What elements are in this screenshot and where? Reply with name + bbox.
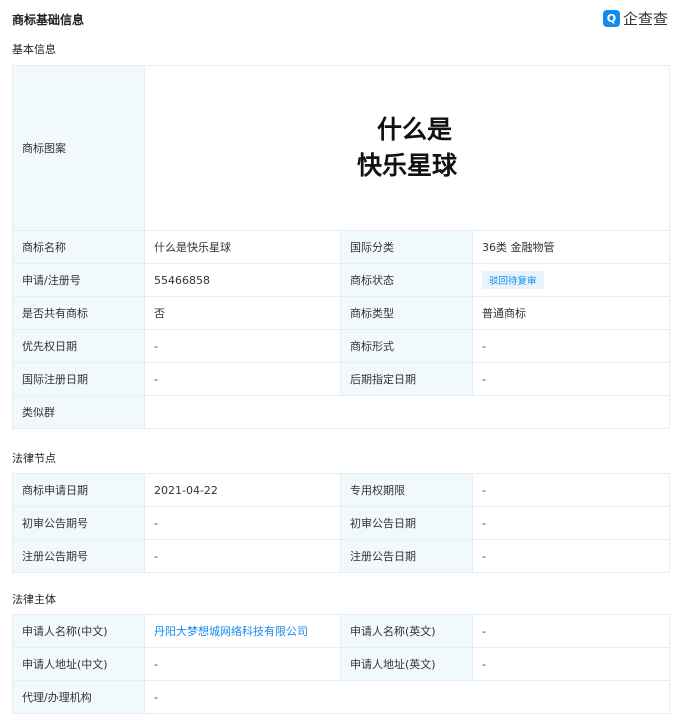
- field-label: 商标状态: [340, 263, 473, 297]
- field-label: 申请人名称(英文): [340, 614, 473, 648]
- field-label: 申请人名称(中文): [12, 614, 145, 648]
- legal-nodes-table: 商标申请日期 2021-04-22 专用权期限 - 初审公告期号 - 初审公告日…: [12, 473, 670, 573]
- brand-name: 企查查: [622, 10, 668, 28]
- table-row: 优先权日期 - 商标形式 -: [12, 329, 670, 363]
- international-class-value: 36类 金融物管: [472, 230, 670, 264]
- status-badge: 驳回待复审: [482, 271, 544, 289]
- trademark-type-value: 普通商标: [472, 296, 670, 330]
- exclusive-right-period-value: -: [472, 473, 670, 507]
- table-row: 商标名称 什么是快乐星球 国际分类 36类 金融物管: [12, 230, 670, 264]
- field-label: 代理/办理机构: [12, 680, 145, 714]
- field-label: 类似群: [12, 395, 145, 429]
- table-row: 商标图案 什么是 快乐星球: [12, 65, 670, 231]
- table-row: 初审公告期号 - 初审公告日期 -: [12, 506, 670, 540]
- preliminary-notice-date-value: -: [472, 506, 670, 540]
- applicant-address-cn-value: -: [144, 647, 341, 681]
- table-row: 国际注册日期 - 后期指定日期 -: [12, 362, 670, 396]
- qcc-logo-icon: Q: [602, 10, 620, 27]
- registration-notice-date-value: -: [472, 539, 670, 573]
- trademark-image-text-line2: 快乐星球: [356, 151, 457, 180]
- legal-subject-table: 申请人名称(中文) 丹阳大梦想城网络科技有限公司 申请人名称(英文) - 申请人…: [12, 614, 670, 714]
- section-title-legal-subject: 法律主体: [12, 593, 56, 606]
- section-title-basic: 基本信息: [12, 43, 56, 56]
- field-label: 初审公告期号: [12, 506, 145, 540]
- brand-logo[interactable]: Q 企查查: [602, 8, 668, 29]
- table-row: 代理/办理机构 -: [12, 680, 670, 714]
- trademark-form-value: -: [472, 329, 670, 363]
- trademark-image[interactable]: 什么是 快乐星球: [144, 65, 670, 231]
- applicant-name-link[interactable]: 丹阳大梦想城网络科技有限公司: [154, 625, 308, 638]
- shared-trademark-value: 否: [144, 296, 341, 330]
- field-label: 商标类型: [340, 296, 473, 330]
- table-row: 注册公告期号 - 注册公告日期 -: [12, 539, 670, 573]
- table-row: 商标申请日期 2021-04-22 专用权期限 -: [12, 473, 670, 507]
- field-label: 商标名称: [12, 230, 145, 264]
- table-row: 类似群: [12, 395, 670, 429]
- applicant-address-en-value: -: [472, 647, 670, 681]
- page-title: 商标基础信息: [12, 13, 85, 27]
- registration-notice-number-value: -: [144, 539, 341, 573]
- applicant-name-cn-cell: 丹阳大梦想城网络科技有限公司: [144, 614, 341, 648]
- field-label: 后期指定日期: [340, 362, 473, 396]
- field-label: 商标形式: [340, 329, 473, 363]
- field-label: 专用权期限: [340, 473, 473, 507]
- applicant-name-en-value: -: [472, 614, 670, 648]
- field-label: 国际注册日期: [12, 362, 145, 396]
- field-label: 是否共有商标: [12, 296, 145, 330]
- field-label: 优先权日期: [12, 329, 145, 363]
- priority-date-value: -: [144, 329, 341, 363]
- agent-value: -: [144, 680, 670, 714]
- later-designation-date-value: -: [472, 362, 670, 396]
- field-label: 注册公告日期: [340, 539, 473, 573]
- preliminary-notice-number-value: -: [144, 506, 341, 540]
- intl-registration-date-value: -: [144, 362, 341, 396]
- field-label: 申请/注册号: [12, 263, 145, 297]
- basic-info-table: 商标图案 什么是 快乐星球 商标名称 什么是快乐星球 国际分类 36类 金融物管…: [12, 65, 670, 429]
- table-row: 是否共有商标 否 商标类型 普通商标: [12, 296, 670, 330]
- field-label: 注册公告期号: [12, 539, 145, 573]
- application-date-value: 2021-04-22: [144, 473, 341, 507]
- field-label: 初审公告日期: [340, 506, 473, 540]
- table-row: 申请人名称(中文) 丹阳大梦想城网络科技有限公司 申请人名称(英文) -: [12, 614, 670, 648]
- trademark-image-text-line1: 什么是: [376, 115, 452, 144]
- field-label: 申请人地址(英文): [340, 647, 473, 681]
- field-label: 商标申请日期: [12, 473, 145, 507]
- registration-number-value: 55466858: [144, 263, 341, 297]
- section-title-legal-nodes: 法律节点: [12, 452, 56, 465]
- table-row: 申请人地址(中文) - 申请人地址(英文) -: [12, 647, 670, 681]
- field-label: 申请人地址(中文): [12, 647, 145, 681]
- trademark-status-cell: 驳回待复审: [472, 263, 670, 297]
- trademark-name-value: 什么是快乐星球: [144, 230, 341, 264]
- table-row: 申请/注册号 55466858 商标状态 驳回待复审: [12, 263, 670, 297]
- similar-group-value: [144, 395, 670, 429]
- field-label: 国际分类: [340, 230, 473, 264]
- trademark-image-label: 商标图案: [12, 65, 145, 231]
